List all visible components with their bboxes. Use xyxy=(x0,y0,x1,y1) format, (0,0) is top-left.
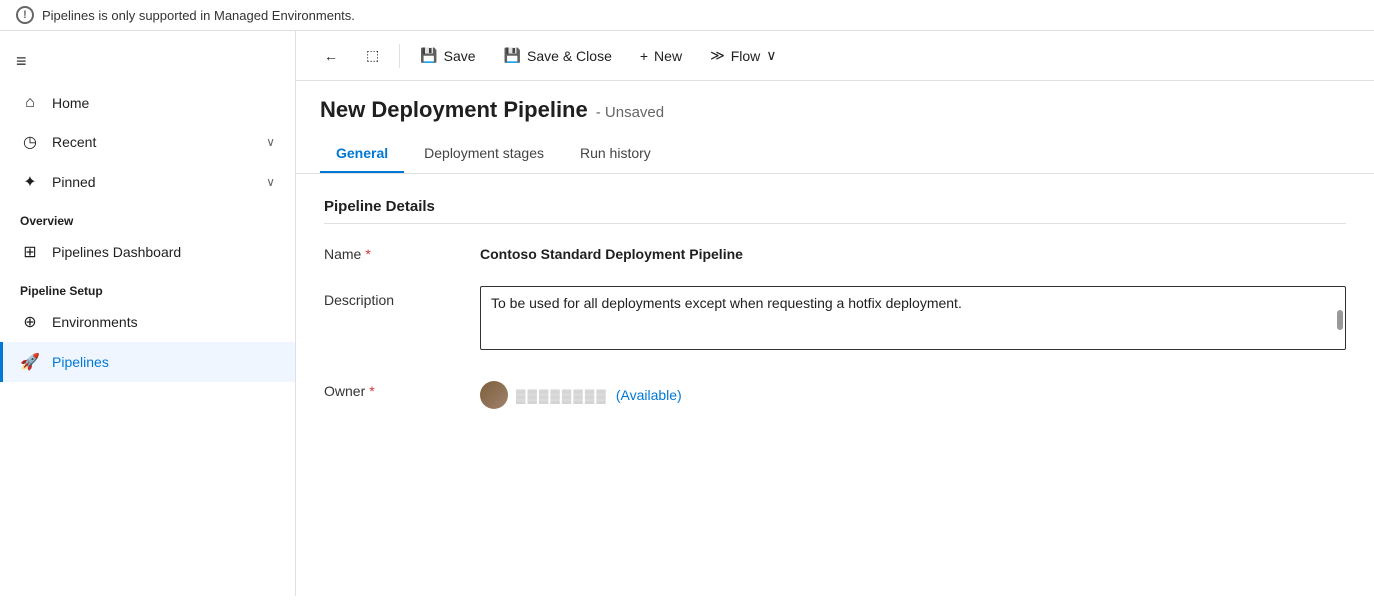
managed-environments-banner: ! Pipelines is only supported in Managed… xyxy=(0,0,1374,31)
sidebar-item-pinned[interactable]: ✦ Pinned ∨ xyxy=(0,162,295,202)
overview-section-header: Overview xyxy=(0,202,295,232)
form-row-description: Description xyxy=(324,286,1346,353)
save-label: Save xyxy=(444,48,476,64)
home-icon: ⌂ xyxy=(20,94,40,112)
pinned-chevron-icon: ∨ xyxy=(266,175,275,189)
back-button[interactable]: ← xyxy=(312,42,350,70)
sidebar: ≡ ⌂ Home ◷ Recent ∨ ✦ Pinned ∨ Overview … xyxy=(0,31,296,596)
flow-dropdown-icon: ∨ xyxy=(766,47,776,64)
sidebar-item-pinned-label: Pinned xyxy=(52,174,96,190)
description-wrapper xyxy=(480,286,1346,353)
save-close-button[interactable]: 💾 Save & Close xyxy=(492,41,624,70)
sidebar-item-environments-label: Environments xyxy=(52,314,138,330)
sidebar-item-home-label: Home xyxy=(52,95,89,111)
pipeline-setup-section-header: Pipeline Setup xyxy=(0,272,295,302)
flow-icon: ≫ xyxy=(710,47,725,64)
main-content: ← ⬚ 💾 Save 💾 Save & Close + New ≫ Flow ∨ xyxy=(296,31,1374,596)
save-icon: 💾 xyxy=(420,47,437,64)
sidebar-item-pipelines[interactable]: 🚀 Pipelines xyxy=(0,342,295,382)
new-button[interactable]: + New xyxy=(628,42,694,70)
owner-label: Owner* xyxy=(324,377,464,399)
sidebar-item-recent-label: Recent xyxy=(52,134,96,150)
owner-status: (Available) xyxy=(616,387,682,403)
toolbar-divider-1 xyxy=(399,44,400,68)
avatar xyxy=(480,381,508,409)
owner-field: ▓▓▓▓▓▓▓▓ (Available) xyxy=(480,377,682,409)
save-close-icon: 💾 xyxy=(504,47,521,64)
save-close-label: Save & Close xyxy=(527,48,612,64)
save-button[interactable]: 💾 Save xyxy=(408,41,487,70)
description-textarea[interactable] xyxy=(480,286,1346,350)
sidebar-item-pipelines-label: Pipelines xyxy=(52,354,109,370)
sidebar-item-home[interactable]: ⌂ Home xyxy=(0,84,295,122)
recent-chevron-icon: ∨ xyxy=(266,135,275,149)
recent-icon: ◷ xyxy=(20,132,40,152)
section-title: Pipeline Details xyxy=(324,198,1346,224)
sidebar-item-dashboard-label: Pipelines Dashboard xyxy=(52,244,181,260)
tab-general[interactable]: General xyxy=(320,135,404,173)
page-status: - Unsaved xyxy=(596,104,664,121)
dashboard-icon: ⊞ xyxy=(20,242,40,262)
page-title: New Deployment Pipeline xyxy=(320,97,588,123)
owner-name: ▓▓▓▓▓▓▓▓ xyxy=(516,388,608,403)
banner-message: Pipelines is only supported in Managed E… xyxy=(42,8,355,23)
form-content: Pipeline Details Name* Contoso Standard … xyxy=(296,174,1374,596)
popout-button[interactable]: ⬚ xyxy=(354,41,391,70)
form-row-owner: Owner* ▓▓▓▓▓▓▓▓ (Available) xyxy=(324,377,1346,409)
toolbar: ← ⬚ 💾 Save 💾 Save & Close + New ≫ Flow ∨ xyxy=(296,31,1374,81)
new-icon: + xyxy=(640,48,648,64)
name-value: Contoso Standard Deployment Pipeline xyxy=(480,240,1346,262)
tabs: General Deployment stages Run history xyxy=(320,135,1350,173)
environments-icon: ⊕ xyxy=(20,312,40,332)
owner-required: * xyxy=(369,383,374,399)
sidebar-item-environments[interactable]: ⊕ Environments xyxy=(0,302,295,342)
page-header: New Deployment Pipeline - Unsaved Genera… xyxy=(296,81,1374,173)
tab-deployment-stages[interactable]: Deployment stages xyxy=(408,135,560,173)
new-label: New xyxy=(654,48,682,64)
back-icon: ← xyxy=(324,48,338,64)
form-row-name: Name* Contoso Standard Deployment Pipeli… xyxy=(324,240,1346,262)
description-label: Description xyxy=(324,286,464,308)
pipelines-icon: 🚀 xyxy=(20,352,40,372)
sidebar-item-pipelines-dashboard[interactable]: ⊞ Pipelines Dashboard xyxy=(0,232,295,272)
banner-icon: ! xyxy=(16,6,34,24)
hamburger-menu[interactable]: ≡ xyxy=(0,39,295,84)
flow-label: Flow xyxy=(731,48,761,64)
pinned-icon: ✦ xyxy=(20,172,40,192)
flow-button[interactable]: ≫ Flow ∨ xyxy=(698,41,788,70)
sidebar-item-recent[interactable]: ◷ Recent ∨ xyxy=(0,122,295,162)
name-label: Name* xyxy=(324,240,464,262)
popout-icon: ⬚ xyxy=(366,47,379,64)
tab-run-history[interactable]: Run history xyxy=(564,135,667,173)
textarea-scrollbar xyxy=(1337,310,1343,330)
name-required: * xyxy=(365,246,370,262)
